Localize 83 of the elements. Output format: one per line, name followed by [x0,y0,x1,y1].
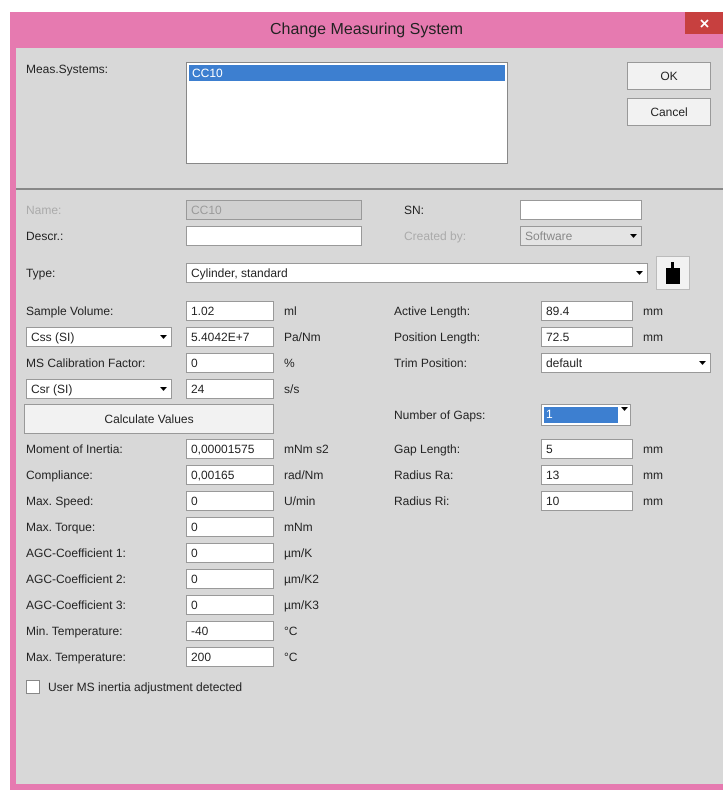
field-label: Number of Gaps: [394,408,486,422]
unit-label: µm/K [283,546,312,560]
calculate-button[interactable]: Calculate Values [24,404,274,434]
input-field[interactable]: 1.02 [186,301,274,321]
dropdown-arrow-icon [630,234,637,238]
dropdown[interactable]: 1 [541,404,631,426]
dropdown-arrow-icon [160,335,167,339]
dialog-button[interactable]: OK [627,62,711,90]
field-label: Active Length: [394,304,470,318]
input-field[interactable]: 5 [541,439,633,459]
input-field[interactable] [520,200,642,220]
window-title: Change Measuring System [270,21,463,39]
unit-label: mm [642,442,663,456]
field-label: AGC-Coefficient 3: [26,598,126,612]
cylinder-icon [666,262,680,284]
dropdown-arrow-icon [699,361,706,365]
unit-label: mm [642,494,663,508]
input-field[interactable]: 0 [186,517,274,537]
field-label: Compliance: [26,468,93,482]
unit-label: s/s [283,382,300,396]
input-field[interactable]: 0 [186,491,274,511]
measuring-system-list[interactable]: CC10 [186,62,508,164]
field-label: AGC-Coefficient 1: [26,546,126,560]
unit-label: rad/Nm [283,468,324,482]
unit-label: mNm [283,520,313,534]
field-label: Sample Volume: [26,304,114,318]
field-label: Meas.Systems: [26,62,108,76]
input-field[interactable]: 0 [186,595,274,615]
input-field[interactable] [186,226,362,246]
input-field[interactable]: 89.4 [541,301,633,321]
field-label: AGC-Coefficient 2: [26,572,126,586]
unit-label: mm [642,468,663,482]
field-label: SN: [404,203,426,217]
dropdown-arrow-icon [621,407,628,411]
unit-label: ml [283,304,297,318]
input-field[interactable]: -40 [186,621,274,641]
checkbox[interactable] [26,680,40,694]
input-field[interactable]: 0 [186,353,274,373]
dropdown[interactable]: Css (SI) [26,327,172,347]
field-label: Min. Temperature: [26,624,122,638]
unit-label: mm [642,330,663,344]
dialog-button[interactable]: Cancel [627,98,711,126]
dropdown[interactable]: Csr (SI) [26,379,172,399]
field-label: MS Calibration Factor: [26,356,146,370]
dropdown-arrow-icon [160,387,167,391]
field-label: Max. Speed: [26,494,94,508]
dropdown-arrow-icon [636,271,643,275]
field-label: Moment of Inertia: [26,442,123,456]
field-label: Type: [26,266,56,280]
unit-label: mm [642,304,663,318]
unit-label: mNm s2 [283,442,329,456]
field-label: Radius Ra: [394,468,454,482]
icon-button[interactable] [656,256,690,290]
input-field[interactable]: 0,00165 [186,465,274,485]
field-label: Trim Position: [394,356,467,370]
unit-label: µm/K2 [283,572,319,586]
dropdown[interactable]: default [541,353,711,373]
close-button[interactable] [685,12,723,34]
checkbox-label: User MS inertia adjustment detected [48,680,242,694]
field-label: Max. Temperature: [26,650,126,664]
input-field[interactable]: 0,00001575 [186,439,274,459]
field-label: Radius Ri: [394,494,450,508]
unit-label: % [283,356,295,370]
input-field[interactable]: 5.4042E+7 [186,327,274,347]
field-label: Descr.: [26,229,64,243]
input-field[interactable]: 0 [186,569,274,589]
input-field[interactable]: 10 [541,491,633,511]
unit-label: U/min [283,494,316,508]
unit-label: °C [283,650,298,664]
field-label: Position Length: [394,330,480,344]
unit-label: °C [283,624,298,638]
field-label: Gap Length: [394,442,460,456]
unit-label: µm/K3 [283,598,319,612]
input-field[interactable]: 200 [186,647,274,667]
input-field[interactable]: 0 [186,543,274,563]
close-icon [700,18,708,28]
input-field[interactable]: 72.5 [541,327,633,347]
unit-label: Pa/Nm [283,330,321,344]
field-label: Max. Torque: [26,520,96,534]
input-field[interactable]: 13 [541,465,633,485]
list-item[interactable]: CC10 [189,65,505,81]
dropdown[interactable]: Cylinder, standard [186,263,648,283]
input-field[interactable]: 24 [186,379,274,399]
